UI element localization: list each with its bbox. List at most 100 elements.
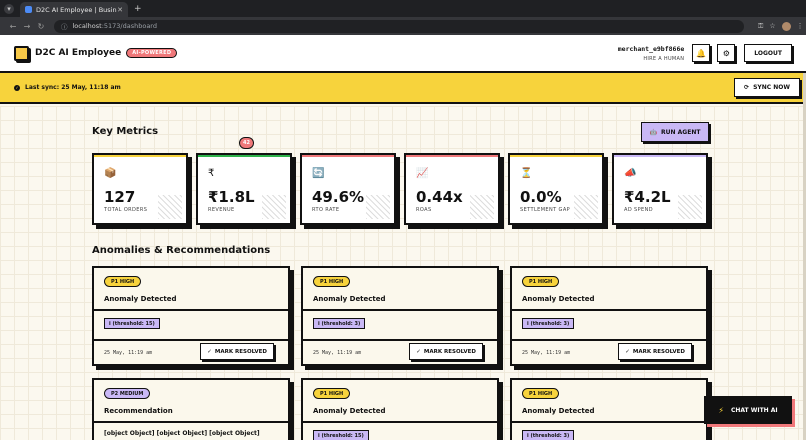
box-icon: 📦 <box>104 168 117 179</box>
address-bar: ← → ↻ ⓘ localhost:5173/dashboard ⚿ ☆ ⋮ <box>0 17 806 35</box>
menu-icon[interactable]: ⋮ <box>797 22 804 30</box>
check-icon: ✓ <box>14 84 20 91</box>
recommendation-card: P2 MEDIUM Recommendation [object Object]… <box>92 378 290 440</box>
card-title: Recommendation <box>104 407 173 415</box>
sync-bar: ✓ Last sync: 25 May, 11:18 am ⟳ SYNC NOW <box>0 73 806 104</box>
metric-value: 0.0% <box>520 188 562 206</box>
threshold-tag: i (threshold: 15) <box>104 318 160 329</box>
metric-label: AD SPEND <box>624 207 653 213</box>
browser-tab-bar: ▾ D2C AI Employee | Busin ✕ + <box>0 0 806 17</box>
metric-label: SETTLEMENT GAP <box>520 207 571 213</box>
mark-resolved-label: MARK RESOLVED <box>423 348 476 355</box>
merchant-role: HIRE A HUMAN <box>643 55 685 62</box>
megaphone-icon: 📣 <box>624 168 637 179</box>
metric-card-settlement-gap: ⏳ 0.0% SETTLEMENT GAP <box>508 153 604 225</box>
card-timestamp: 25 May, 11:19 am <box>522 350 571 356</box>
mark-resolved-button[interactable]: ✓ MARK RESOLVED <box>618 343 692 360</box>
accent-bar <box>614 155 706 157</box>
star-icon[interactable]: ☆ <box>769 22 775 30</box>
ai-powered-badge: AI-POWERED <box>126 48 178 58</box>
favicon-icon <box>25 6 32 13</box>
priority-badge: P1 HIGH <box>313 276 351 287</box>
priority-badge: P1 HIGH <box>104 276 142 287</box>
mark-resolved-button[interactable]: ✓ MARK RESOLVED <box>200 343 274 360</box>
tab-search-icon[interactable]: ▾ <box>4 3 14 14</box>
site-info-icon[interactable]: ⓘ <box>61 21 68 31</box>
metric-card-roas: 📈 0.44x ROAS <box>404 153 500 225</box>
mark-resolved-button[interactable]: ✓ MARK RESOLVED <box>409 343 483 360</box>
divider <box>94 309 288 311</box>
last-sync-text: Last sync: 25 May, 11:18 am <box>25 84 121 91</box>
divider <box>94 421 288 423</box>
card-title: Anomaly Detected <box>104 295 177 303</box>
settings-gear-icon[interactable]: ⚙ <box>717 44 736 62</box>
recommendation-body: [object Object] [object Object] [object … <box>104 430 260 437</box>
card-title: Anomaly Detected <box>313 295 386 303</box>
url-field[interactable]: ⓘ localhost:5173/dashboard <box>54 19 744 33</box>
metric-value: ₹1.8L <box>208 188 255 206</box>
robot-icon: 🤖 <box>649 128 658 136</box>
logout-button[interactable]: LOGOUT <box>744 44 792 62</box>
run-agent-label: RUN AGENT <box>661 128 701 136</box>
rupee-icon: ₹ <box>208 168 215 179</box>
anomaly-card: P1 HIGH Anomaly Detected i (threshold: 1… <box>92 266 290 366</box>
card-title: Anomaly Detected <box>313 407 386 415</box>
metric-card-rto-rate: 🔄 49.6% RTO RATE <box>300 153 396 225</box>
accent-bar <box>198 155 290 157</box>
anomaly-card: P1 HIGH Anomaly Detected i (threshold: 1… <box>301 378 499 440</box>
metric-label: REVENUE <box>208 207 235 213</box>
metric-label: RTO RATE <box>312 207 340 213</box>
threshold-tag: i (threshold: 3) <box>522 318 575 329</box>
metric-card-revenue: ₹ ₹1.8L REVENUE <box>196 153 292 225</box>
card-timestamp: 25 May, 11:19 am <box>313 350 362 356</box>
threshold-tag: i (threshold: 3) <box>522 430 575 440</box>
checkmark-icon: ✓ <box>625 348 630 355</box>
checkmark-icon: ✓ <box>416 348 421 355</box>
bell-icon[interactable]: 🔔 <box>692 44 711 62</box>
reload-icon[interactable]: ↻ <box>34 22 48 31</box>
close-tab-icon[interactable]: ✕ <box>117 6 123 14</box>
metric-card-total-orders: 📦 127 TOTAL ORDERS <box>92 153 188 225</box>
accent-bar <box>94 155 186 157</box>
divider <box>94 339 288 341</box>
divider <box>303 421 497 423</box>
sync-now-label: SYNC NOW <box>753 84 790 91</box>
anomaly-count-badge: 42 <box>239 137 254 149</box>
hatch-decoration <box>158 195 182 219</box>
logo-icon <box>14 45 29 61</box>
merchant-id: merchant_e9bf866e <box>617 44 685 53</box>
hatch-decoration <box>366 195 390 219</box>
metric-value: 127 <box>104 188 136 206</box>
hatch-decoration <box>678 195 702 219</box>
chat-with-ai-button[interactable]: ⚡ CHAT WITH AI <box>704 396 792 424</box>
anomalies-title: Anomalies & Recommendations <box>92 245 271 256</box>
card-title: Anomaly Detected <box>522 407 595 415</box>
hatch-decoration <box>470 195 494 219</box>
tab-title: D2C AI Employee | Busin <box>36 5 117 14</box>
return-arrows-icon: 🔄 <box>312 168 325 179</box>
key-icon[interactable]: ⚿ <box>758 22 763 31</box>
accent-bar <box>510 155 602 157</box>
sync-now-button[interactable]: ⟳ SYNC NOW <box>734 78 800 97</box>
mark-resolved-label: MARK RESOLVED <box>632 348 685 355</box>
url-host: localhost <box>72 22 102 30</box>
profile-avatar[interactable] <box>781 21 791 31</box>
metric-value: 0.44x <box>416 188 463 206</box>
refresh-icon: ⟳ <box>744 84 750 91</box>
browser-tab[interactable]: D2C AI Employee | Busin ✕ <box>20 2 128 17</box>
metric-label: ROAS <box>416 207 432 213</box>
divider <box>512 339 706 341</box>
priority-badge: P1 HIGH <box>522 276 560 287</box>
forward-icon[interactable]: → <box>20 22 34 31</box>
card-timestamp: 25 May, 11:19 am <box>104 350 153 356</box>
priority-badge: P1 HIGH <box>522 388 560 399</box>
divider <box>512 421 706 423</box>
mark-resolved-label: MARK RESOLVED <box>214 348 267 355</box>
checkmark-icon: ✓ <box>207 348 212 355</box>
run-agent-button[interactable]: 🤖 RUN AGENT <box>641 122 709 142</box>
hatch-decoration <box>262 195 286 219</box>
back-icon[interactable]: ← <box>6 22 20 31</box>
lightning-icon: ⚡ <box>718 405 724 415</box>
new-tab-icon[interactable]: + <box>134 4 142 14</box>
brand-name: D2C AI Employee <box>35 48 122 58</box>
